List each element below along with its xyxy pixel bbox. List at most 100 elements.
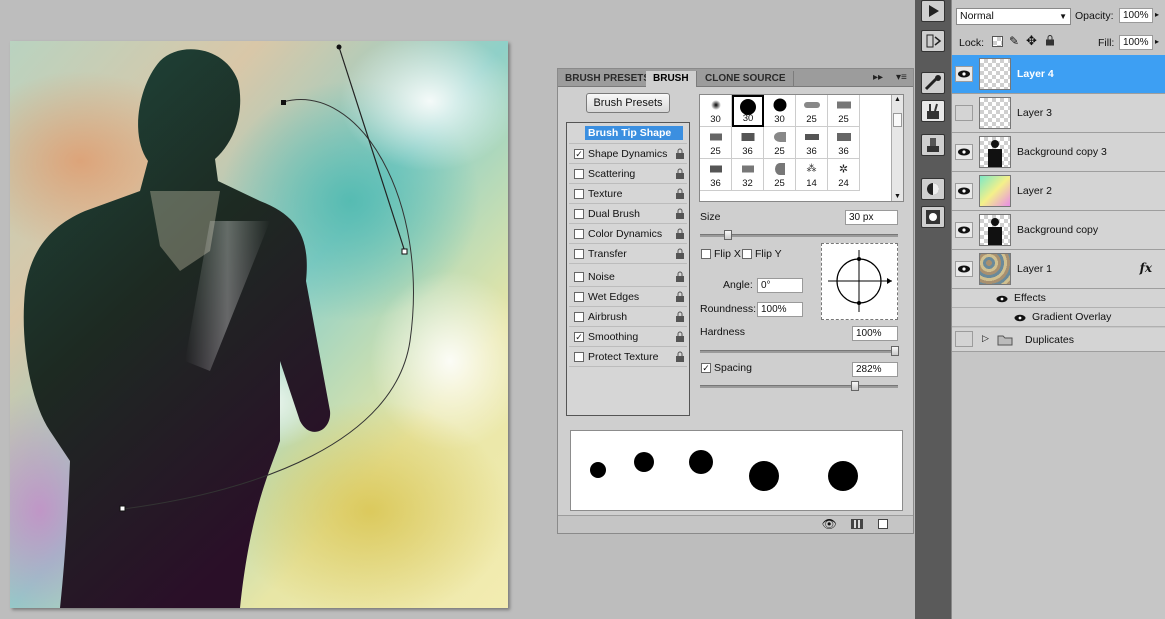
fill-input[interactable]: 100% [1119,35,1153,50]
option-texture[interactable]: Texture [569,185,687,204]
option-noise[interactable]: Noise [569,268,687,287]
brush-tip-hard-selected[interactable]: 30 [732,95,764,127]
group-name[interactable]: Duplicates [1025,334,1074,346]
panel-menu-icon[interactable]: ▾≡ [896,71,907,85]
lock-icon[interactable] [675,351,685,363]
eye-icon[interactable] [955,222,973,238]
new-preset-icon[interactable] [878,519,888,529]
spacing-input[interactable]: 282% [852,362,898,377]
hardness-slider[interactable] [700,346,899,356]
lock-icon[interactable] [675,168,685,180]
lock-icon[interactable] [675,188,685,200]
checkbox-icon[interactable] [574,209,584,219]
layer-name[interactable]: Layer 3 [1017,107,1052,119]
lock-icon[interactable] [675,248,685,260]
tab-brush[interactable]: BRUSH [646,71,697,87]
eye-icon[interactable] [955,261,973,277]
lock-transparent-icon[interactable] [992,36,1003,47]
brush-tip-bristle[interactable]: 25 [700,127,732,159]
option-transfer[interactable]: Transfer [569,245,687,264]
size-input[interactable]: 30 px [845,210,898,225]
layer-name[interactable]: Background copy [1017,224,1098,236]
lock-icon[interactable] [675,271,685,283]
option-shape-dynamics[interactable]: ✓ Shape Dynamics [569,145,687,164]
masks-icon[interactable] [921,206,945,228]
spacing-slider[interactable] [700,381,898,391]
layer-row[interactable]: Background copy 3 [952,133,1165,172]
layer-name[interactable]: Layer 1 [1017,263,1052,275]
layer-row[interactable]: Layer 3 [952,94,1165,133]
lock-icon[interactable] [675,331,685,343]
fill-arrow-icon[interactable]: ▸ [1155,37,1159,46]
option-protect-texture[interactable]: Protect Texture [569,348,687,367]
lock-paint-icon[interactable]: ✎ [1009,34,1019,48]
brush-tip-bristle[interactable]: 32 [732,159,764,191]
checkbox-icon[interactable] [574,249,584,259]
hardness-slider-thumb[interactable] [891,346,899,356]
brush-tip-bristle[interactable]: 36 [732,127,764,159]
option-color-dynamics[interactable]: Color Dynamics [569,225,687,244]
checkbox-icon[interactable] [574,352,584,362]
adjustments-icon[interactable] [921,178,945,200]
visibility-toggle-icon[interactable]: 👁 [822,517,837,531]
lock-icon[interactable] [675,291,685,303]
lock-icon[interactable] [675,311,685,323]
checkbox-icon[interactable] [574,169,584,179]
blend-mode-select[interactable]: Normal ▼ [956,8,1071,25]
scroll-thumb[interactable] [893,113,902,127]
opacity-input[interactable]: 100% [1119,8,1153,23]
angle-roundness-preview[interactable] [821,243,898,320]
brush-tip-hard[interactable]: 30 [764,95,796,127]
lock-all-icon[interactable] [1045,34,1055,47]
layer-row[interactable]: Layer 4 [952,55,1165,94]
lock-icon[interactable] [675,148,685,160]
actions-icon[interactable] [921,0,945,22]
effects-row[interactable]: Effects [952,289,1165,308]
brush-tool-icon[interactable] [921,72,945,94]
expand-triangle-icon[interactable]: ▷ [982,333,989,344]
layer-row[interactable]: Layer 2 [952,172,1165,211]
brush-grid-scrollbar[interactable]: ▲ ▼ [891,95,903,201]
hardness-input[interactable]: 100% [852,326,898,341]
scroll-down-icon[interactable]: ▼ [894,193,901,200]
eye-hidden-icon[interactable] [955,331,973,347]
clone-source-icon[interactable] [921,134,945,156]
option-brush-tip-shape[interactable]: Brush Tip Shape [569,125,687,144]
group-row[interactable]: ▷ Duplicates [952,328,1165,352]
checkbox-checked-icon[interactable]: ✓ [574,149,584,159]
collapse-panel-icon[interactable]: ▸▸ [873,71,883,85]
layer-name[interactable]: Layer 2 [1017,185,1052,197]
spacing-checkbox[interactable]: ✓ [701,363,711,373]
spacing-slider-thumb[interactable] [851,381,859,391]
checkbox-icon[interactable] [574,229,584,239]
checkbox-checked-icon[interactable]: ✓ [574,332,584,342]
layer-name[interactable]: Layer 4 [1017,68,1054,80]
opacity-arrow-icon[interactable]: ▸ [1155,10,1159,19]
checkbox-icon[interactable] [574,312,584,322]
fx-icon[interactable]: fx [1140,261,1152,275]
flip-y-checkbox[interactable] [742,249,752,259]
eye-hidden-icon[interactable] [955,105,973,121]
brush-tip-soft[interactable]: 30 [700,95,732,127]
brush-tip-splatter[interactable]: ✲ 24 [828,159,860,191]
tab-brush-presets[interactable]: BRUSH PRESETS [558,71,659,87]
size-slider-thumb[interactable] [724,230,732,240]
eye-icon[interactable] [955,144,973,160]
angle-input[interactable]: 0° [757,278,803,293]
roundness-input[interactable]: 100% [757,302,803,317]
brush-tip-flat[interactable]: 25 [828,95,860,127]
option-airbrush[interactable]: Airbrush [569,308,687,327]
checkbox-icon[interactable] [574,189,584,199]
brush-tip-bristle[interactable]: 25 [796,95,828,127]
checkbox-icon[interactable] [574,292,584,302]
eye-icon[interactable] [1013,312,1027,324]
scroll-up-icon[interactable]: ▲ [894,96,901,103]
lock-icon[interactable] [675,208,685,220]
effect-item-row[interactable]: Gradient Overlay [952,308,1165,327]
brush-tip-splatter[interactable]: ⁂ 14 [796,159,828,191]
brush-presets-button[interactable]: Brush Presets [586,93,670,113]
lock-icon[interactable] [675,228,685,240]
eye-icon[interactable] [995,293,1009,305]
brush-tip-fan[interactable]: 25 [764,159,796,191]
brush-tip-flat[interactable]: 36 [796,127,828,159]
